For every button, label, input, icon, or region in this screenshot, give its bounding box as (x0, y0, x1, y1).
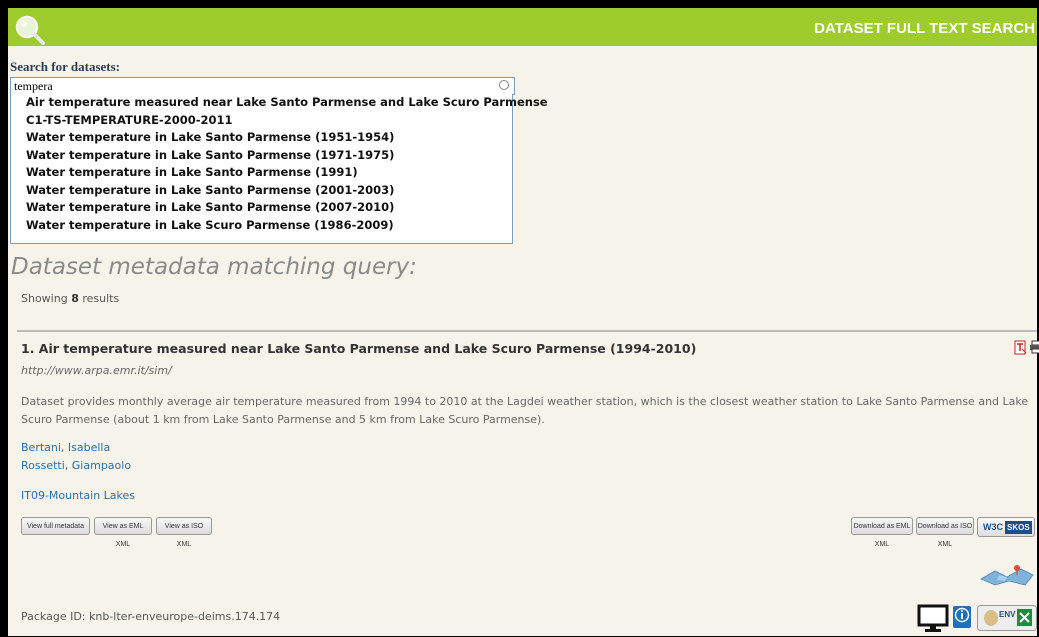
autocomplete-dropdown: Air temperature measured near Lake Santo… (10, 94, 548, 244)
download-eml-xml-button[interactable]: Download as EML XML (851, 517, 913, 548)
header-bar: DATASET FULL TEXT SEARCH (8, 8, 1037, 46)
suggestion-item[interactable]: Water temperature in Lake Santo Parmense… (11, 164, 512, 182)
divider (17, 330, 1037, 332)
view-full-metadata-button[interactable]: View full metadata (21, 517, 90, 535)
print-icon[interactable] (1029, 340, 1039, 354)
results-heading: Dataset metadata matching query: (11, 254, 417, 280)
package-id: Package ID: knb-lter-enveurope-deims.174… (21, 610, 281, 623)
monitor-icon[interactable] (916, 604, 950, 634)
suggestion-item[interactable]: C1-TS-TEMPERATURE-2000-2011 (11, 112, 512, 130)
site-link[interactable]: IT09-Mountain Lakes (21, 489, 135, 502)
search-label: Search for datasets: (10, 59, 121, 74)
page-frame: DATASET FULL TEXT SEARCH Search for data… (0, 0, 1039, 637)
result-title[interactable]: 1. Air temperature measured near Lake Sa… (21, 341, 696, 356)
suggestion-item[interactable]: Water temperature in Lake Santo Parmense… (11, 129, 512, 147)
search-input[interactable] (10, 77, 515, 95)
dataset-description: Dataset provides monthly average air tem… (21, 395, 1029, 426)
map-icon[interactable] (977, 561, 1037, 587)
view-eml-xml-button[interactable]: View as EML XML (94, 517, 152, 548)
skos-label: SKOS (1005, 521, 1032, 534)
search-spinner-icon (499, 80, 509, 90)
w3c-skos-button[interactable]: W3C SKOS (977, 517, 1035, 537)
author-link[interactable]: Bertani, Isabella (21, 441, 110, 454)
env-excel-icon: ENV (977, 605, 1037, 631)
suggestion-item[interactable]: Water temperature in Lake Santo Parmense… (11, 147, 512, 165)
env-excel-export-button[interactable]: ENV (977, 605, 1037, 631)
showing-prefix: Showing (21, 292, 68, 305)
magnifier-icon (15, 15, 45, 45)
page-title: DATASET FULL TEXT SEARCH (814, 20, 1035, 37)
result-count-number: 8 (71, 292, 79, 305)
dataset-url: http://www.arpa.emr.it/sim/ (21, 364, 172, 377)
download-iso-xml-button[interactable]: Download as ISO XML (916, 517, 974, 548)
author-link[interactable]: Rossetti, Giampaolo (21, 459, 131, 472)
svg-text:ENV: ENV (999, 610, 1016, 619)
suggestion-item[interactable]: Air temperature measured near Lake Santo… (11, 94, 548, 112)
w3c-logo: W3C (983, 522, 1003, 532)
pdf-icon[interactable] (1014, 340, 1027, 355)
results-count: Showing 8 results (21, 292, 119, 305)
info-icon[interactable] (952, 605, 972, 629)
suggestion-item[interactable]: Water temperature in Lake Santo Parmense… (11, 199, 512, 217)
showing-suffix: results (82, 292, 120, 305)
view-iso-xml-button[interactable]: View as ISO XML (156, 517, 212, 548)
suggestion-item[interactable]: Water temperature in Lake Scuro Parmense… (11, 217, 512, 235)
suggestion-item[interactable]: Water temperature in Lake Santo Parmense… (11, 182, 512, 200)
